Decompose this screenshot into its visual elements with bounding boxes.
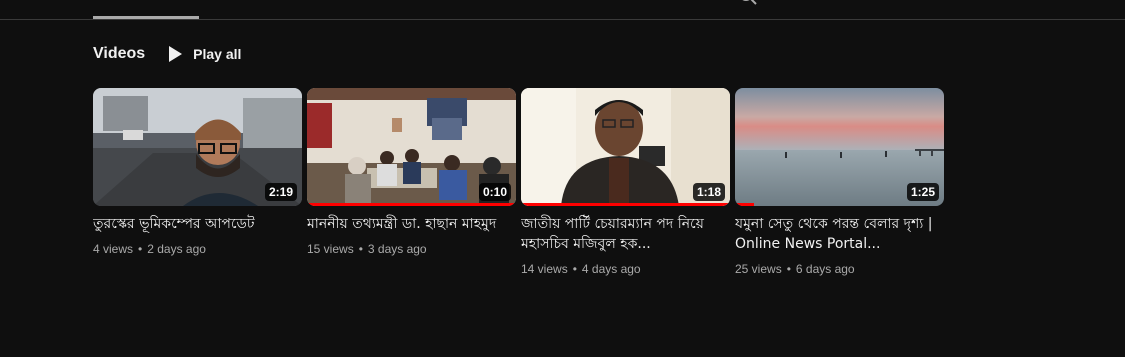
search-icon[interactable] bbox=[738, 0, 758, 6]
video-card[interactable]: 2:19 তুরস্কের ভূমিকম্পের আপডেট 4 views • 2… bbox=[93, 88, 302, 278]
meta-separator: • bbox=[572, 262, 577, 276]
play-all-label: Play all bbox=[193, 46, 242, 62]
upload-age: 6 days ago bbox=[795, 262, 855, 276]
video-metadata: 25 views • 6 days ago bbox=[735, 260, 944, 278]
upload-age: 4 days ago bbox=[581, 262, 641, 276]
watch-progress-bar bbox=[735, 203, 754, 206]
video-metadata: 15 views • 3 days ago bbox=[307, 240, 516, 258]
meta-separator: • bbox=[358, 242, 363, 256]
video-metadata: 14 views • 4 days ago bbox=[521, 260, 730, 278]
meta-separator: • bbox=[138, 242, 143, 256]
upload-age: 3 days ago bbox=[367, 242, 427, 256]
video-grid: 2:19 তুরস্কের ভূমিকম্পের আপডেট 4 views • 2… bbox=[93, 88, 944, 278]
video-duration: 1:25 bbox=[906, 183, 939, 201]
upload-age: 2 days ago bbox=[147, 242, 206, 256]
shelf-title[interactable]: Videos bbox=[93, 45, 145, 63]
videos-shelf-header: Videos Play all bbox=[93, 44, 241, 64]
video-metadata: 4 views • 2 days ago bbox=[93, 240, 302, 258]
video-thumbnail[interactable]: 2:19 bbox=[93, 88, 302, 206]
video-thumbnail[interactable]: 0:10 bbox=[307, 88, 516, 206]
watch-progress-bar bbox=[307, 203, 516, 206]
view-count: 25 views bbox=[735, 262, 782, 276]
video-title[interactable]: যমুনা সেতু থেকে পরন্ত বেলার দৃশ্য | Onli… bbox=[735, 214, 944, 254]
video-card[interactable]: 1:25 যমুনা সেতু থেকে পরন্ত বেলার দৃশ্য |… bbox=[735, 88, 944, 278]
video-thumbnail[interactable]: 1:18 bbox=[521, 88, 730, 206]
view-count: 4 views bbox=[93, 242, 134, 256]
active-tab-indicator bbox=[93, 16, 199, 19]
meta-separator: • bbox=[786, 262, 791, 276]
video-title[interactable]: তুরস্কের ভূমিকম্পের আপডেট bbox=[93, 214, 302, 234]
video-duration: 0:10 bbox=[478, 183, 511, 201]
video-thumbnail[interactable]: 1:25 bbox=[735, 88, 944, 206]
video-title[interactable]: মাননীয় তথ্যমন্ত্রী ডা. হাছান মাহমুদ bbox=[307, 214, 516, 234]
video-card[interactable]: 1:18 জাতীয় পার্টি চেয়ারম্যান পদ নিয়ে … bbox=[521, 88, 730, 278]
watch-progress-bar bbox=[521, 203, 730, 206]
view-count: 15 views bbox=[307, 242, 354, 256]
view-count: 14 views bbox=[521, 262, 568, 276]
play-icon bbox=[169, 46, 183, 62]
play-all-button[interactable]: Play all bbox=[169, 46, 241, 62]
channel-tab-bar bbox=[0, 0, 1125, 20]
video-title[interactable]: জাতীয় পার্টি চেয়ারম্যান পদ নিয়ে মহাসচ… bbox=[521, 214, 730, 254]
video-duration: 2:19 bbox=[264, 183, 297, 201]
video-card[interactable]: 0:10 মাননীয় তথ্যমন্ত্রী ডা. হাছান মাহমু… bbox=[307, 88, 516, 278]
video-duration: 1:18 bbox=[692, 183, 725, 201]
